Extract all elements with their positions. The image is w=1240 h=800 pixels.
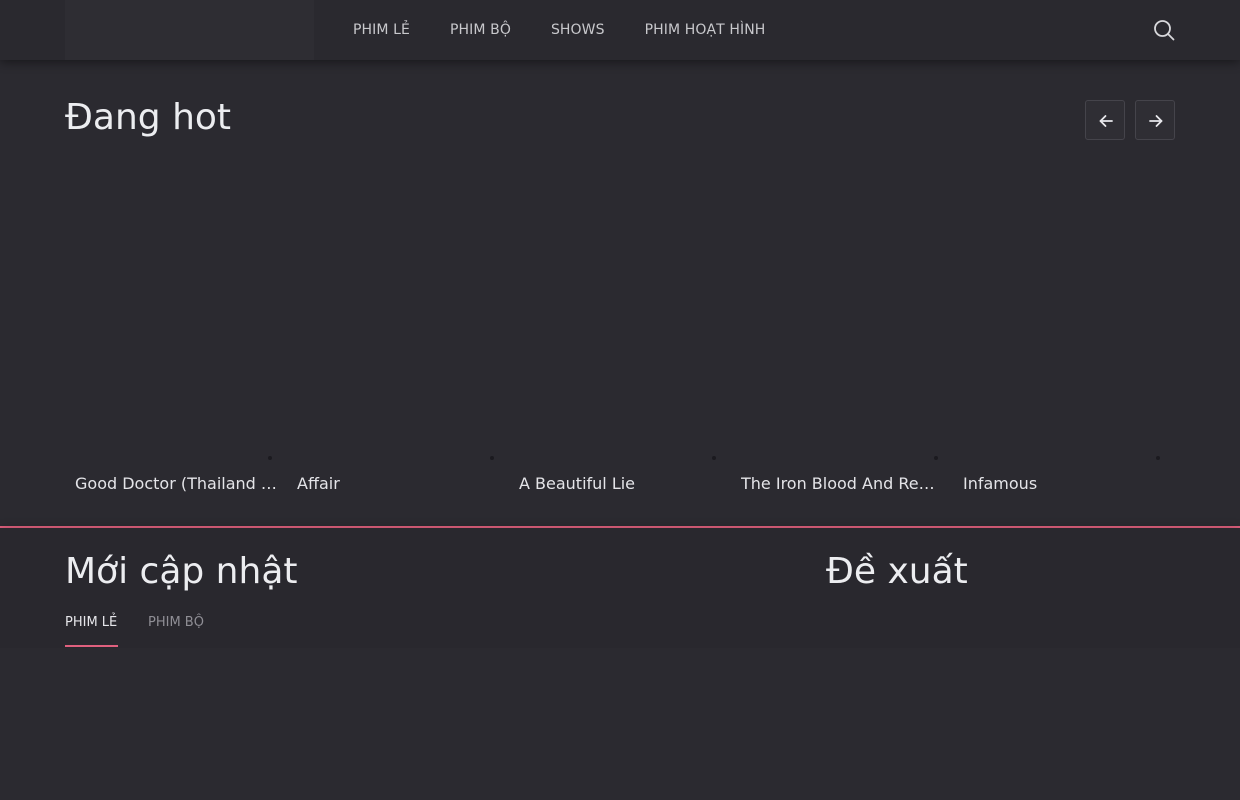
carousel-next-button[interactable] [1135, 100, 1175, 140]
nav-item-phim-hoat-hinh[interactable]: PHIM HOẠT HÌNH [645, 0, 766, 60]
top-header: PHIM LẺ PHIM BỘ SHOWS PHIM HOẠT HÌNH [0, 0, 1240, 60]
movie-poster[interactable] [75, 160, 277, 452]
movie-title[interactable]: Affair [297, 473, 499, 495]
hot-section: Đang hot Good Doctor (Thailand Version) … [0, 60, 1240, 526]
arrow-left-icon [1099, 115, 1113, 127]
tab-phim-bo[interactable]: PHIM BỘ [148, 613, 204, 633]
hot-section-title: Đang hot [65, 97, 232, 138]
updates-section-title: Mới cập nhật [65, 551, 298, 592]
poster-dot [268, 456, 272, 460]
movie-card[interactable]: A Beautiful Lie [509, 160, 731, 500]
movie-poster[interactable] [297, 160, 499, 452]
poster-dot [1156, 456, 1160, 460]
movie-poster[interactable] [963, 160, 1165, 452]
nav-item-phim-bo[interactable]: PHIM BỘ [450, 0, 511, 60]
site-logo[interactable] [65, 0, 314, 60]
tab-phim-le[interactable]: PHIM LẺ [65, 613, 117, 633]
movie-card[interactable]: Good Doctor (Thailand Version) [65, 160, 287, 500]
movie-poster[interactable] [519, 160, 721, 452]
poster-dot [934, 456, 938, 460]
movie-poster[interactable] [741, 160, 943, 452]
movie-title[interactable]: Infamous [963, 473, 1165, 495]
updates-panel: Mới cập nhật Đề xuất PHIM LẺ PHIM BỘ [0, 528, 1240, 648]
suggest-section-title: Đề xuất [826, 551, 968, 592]
movie-card[interactable]: Infamous [953, 160, 1175, 500]
search-button[interactable] [1152, 18, 1176, 42]
main-nav: PHIM LẺ PHIM BỘ SHOWS PHIM HOẠT HÌNH [353, 0, 805, 60]
search-icon [1154, 20, 1175, 41]
carousel-prev-button[interactable] [1085, 100, 1125, 140]
movie-title[interactable]: A Beautiful Lie [519, 473, 721, 495]
movie-title[interactable]: The Iron Blood And Red Heart [741, 473, 943, 495]
content-area [0, 648, 1240, 800]
poster-dot [490, 456, 494, 460]
nav-item-phim-le[interactable]: PHIM LẺ [353, 0, 410, 60]
active-tab-indicator [65, 645, 118, 647]
movie-card[interactable]: Affair [287, 160, 509, 500]
movie-title[interactable]: Good Doctor (Thailand Version) [75, 473, 277, 495]
nav-item-shows[interactable]: SHOWS [551, 0, 605, 60]
poster-dot [712, 456, 716, 460]
movie-card[interactable]: The Iron Blood And Red Heart [731, 160, 953, 500]
arrow-right-icon [1149, 115, 1163, 127]
